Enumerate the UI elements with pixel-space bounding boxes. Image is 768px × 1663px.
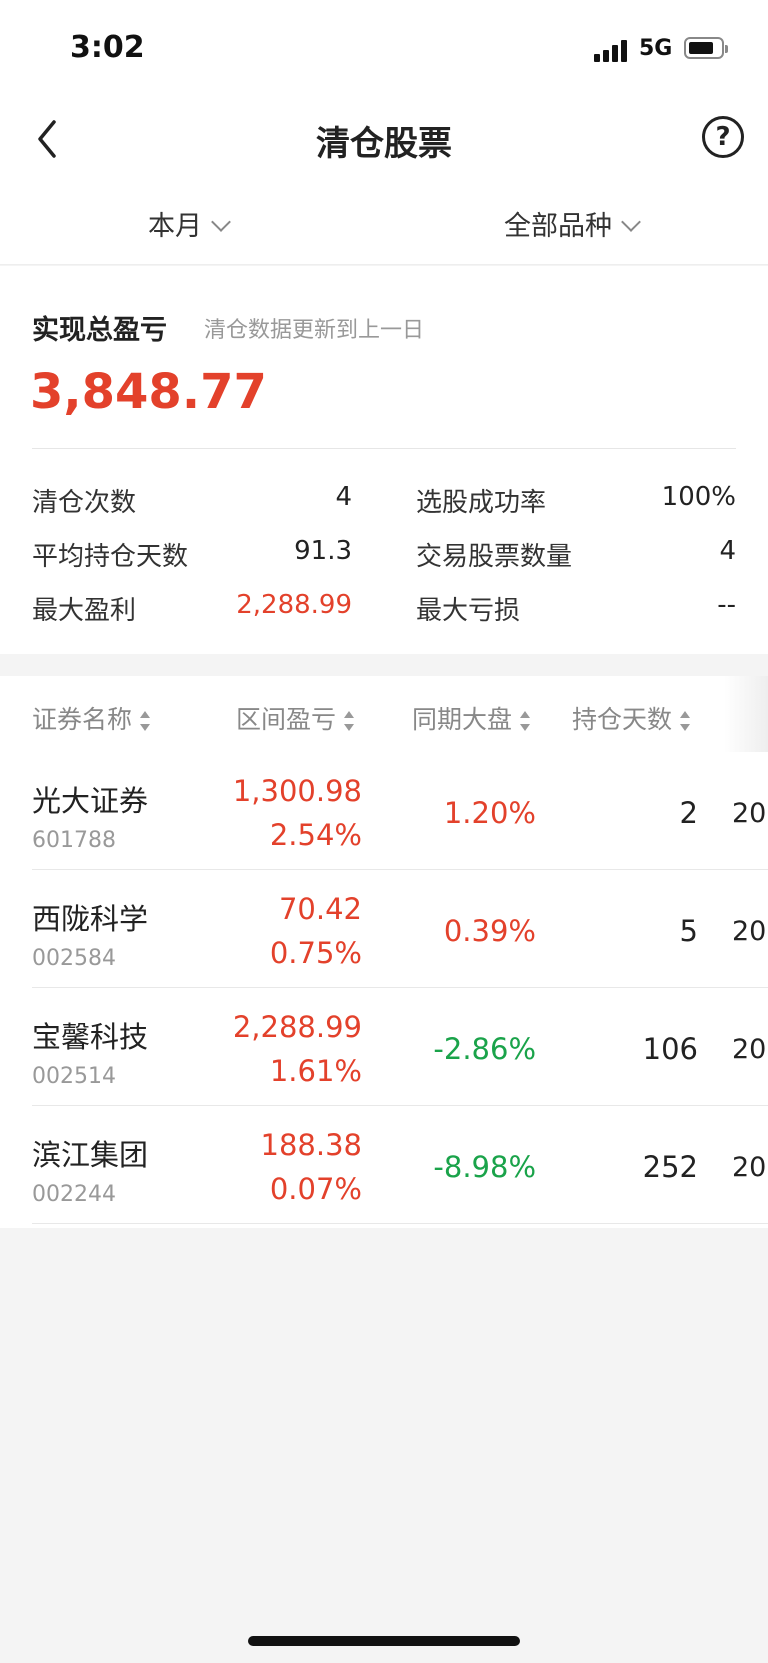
scroll-fade xyxy=(724,676,768,752)
pl-percent: 0.07% xyxy=(269,1172,362,1206)
success-rate-value: 100% xyxy=(661,482,736,512)
clear-count-value: 4 xyxy=(335,482,352,512)
pl-amount: 188.38 xyxy=(260,1128,362,1162)
clear-count-label: 清仓次数 xyxy=(32,488,137,518)
max-loss-value: -- xyxy=(717,590,736,620)
battery-icon xyxy=(684,37,728,59)
market-change: 0.39% xyxy=(443,914,536,948)
sort-market-header[interactable]: 同期大盘 xyxy=(412,700,531,736)
header-label: 区间盈亏 xyxy=(236,705,337,734)
pl-percent: 0.75% xyxy=(269,936,362,970)
header-label: 证券名称 xyxy=(32,705,133,734)
filter-bar: 本月 全部品种 xyxy=(0,186,768,265)
period-filter-label: 本月 xyxy=(148,211,202,242)
chevron-down-icon xyxy=(621,212,641,232)
table-row[interactable]: 滨江集团 002244 188.38 0.07% -8.98% 252 20 xyxy=(0,1106,768,1224)
stock-code: 002584 xyxy=(32,946,116,971)
pl-amount: 1,300.98 xyxy=(232,774,362,808)
clear-date: 202 xyxy=(732,916,768,947)
status-bar: 3:02 5G xyxy=(0,0,768,96)
sort-icon xyxy=(680,711,691,731)
category-filter[interactable]: 全部品种 xyxy=(504,204,641,243)
holding-days: 106 xyxy=(642,1032,698,1066)
home-indicator[interactable] xyxy=(248,1636,520,1646)
status-time: 3:02 xyxy=(70,30,145,65)
help-button[interactable]: ? xyxy=(702,116,744,158)
holding-days: 252 xyxy=(642,1150,698,1184)
nav-bar: 清仓股票 xyxy=(0,96,768,186)
table-row[interactable]: 西陇科学 002584 70.42 0.75% 0.39% 5 202 xyxy=(0,870,768,988)
market-change: -2.86% xyxy=(433,1032,536,1066)
avg-days-label: 平均持仓天数 xyxy=(32,542,189,572)
avg-days-value: 91.3 xyxy=(294,536,352,566)
position-list: 光大证券 601788 1,300.98 2.54% 1.20% 2 202 西… xyxy=(0,752,768,1228)
table-row[interactable]: 光大证券 601788 1,300.98 2.54% 1.20% 2 202 xyxy=(0,752,768,870)
divider xyxy=(32,1223,768,1224)
table-header: 证券名称 区间盈亏 同期大盘 持仓天数 xyxy=(0,676,768,752)
total-pl-value: 3,848.77 xyxy=(30,364,267,420)
max-loss-label: 最大亏损 xyxy=(416,596,521,626)
chevron-down-icon xyxy=(211,212,231,232)
stock-name: 宝馨科技 xyxy=(32,1020,149,1054)
sort-icon xyxy=(140,711,151,731)
traded-count-label: 交易股票数量 xyxy=(416,542,573,572)
stock-name: 西陇科学 xyxy=(32,902,149,936)
clear-date: 202 xyxy=(732,798,768,829)
holding-days: 2 xyxy=(679,796,698,830)
max-profit-value: 2,288.99 xyxy=(236,590,352,620)
stock-name: 滨江集团 xyxy=(32,1138,149,1172)
summary-card: 实现总盈亏 清仓数据更新到上一日 3,848.77 清仓次数 4 选股成功率 1… xyxy=(0,266,768,654)
market-change: 1.20% xyxy=(443,796,536,830)
sort-icon xyxy=(344,711,355,731)
header-label: 同期大盘 xyxy=(412,705,513,734)
sort-pl-header[interactable]: 区间盈亏 xyxy=(236,700,355,736)
total-pl-label: 实现总盈亏 xyxy=(32,315,167,346)
pl-percent: 1.61% xyxy=(269,1054,362,1088)
table-row[interactable]: 宝馨科技 002514 2,288.99 1.61% -2.86% 106 20 xyxy=(0,988,768,1106)
traded-count-value: 4 xyxy=(719,536,736,566)
stock-code: 601788 xyxy=(32,828,116,853)
holding-days: 5 xyxy=(679,914,698,948)
header-label: 持仓天数 xyxy=(572,705,673,734)
divider xyxy=(32,448,736,449)
sort-name-header[interactable]: 证券名称 xyxy=(32,700,151,736)
pl-amount: 2,288.99 xyxy=(232,1010,362,1044)
clear-date: 20 xyxy=(732,1152,767,1183)
category-filter-label: 全部品种 xyxy=(504,211,612,242)
stock-code: 002514 xyxy=(32,1064,116,1089)
page-title: 清仓股票 xyxy=(316,124,452,164)
network-type: 5G xyxy=(639,36,673,61)
stock-name: 光大证券 xyxy=(32,784,149,818)
sort-icon xyxy=(520,711,531,731)
sort-days-header[interactable]: 持仓天数 xyxy=(572,700,691,736)
signal-icon xyxy=(594,38,630,62)
market-change: -8.98% xyxy=(433,1150,536,1184)
stock-code: 002244 xyxy=(32,1182,116,1207)
success-rate-label: 选股成功率 xyxy=(416,488,547,518)
pl-amount: 70.42 xyxy=(278,892,362,926)
update-note: 清仓数据更新到上一日 xyxy=(204,318,425,343)
max-profit-label: 最大盈利 xyxy=(32,596,137,626)
pl-percent: 2.54% xyxy=(269,818,362,852)
period-filter[interactable]: 本月 xyxy=(148,204,231,243)
clear-date: 20 xyxy=(732,1034,767,1065)
